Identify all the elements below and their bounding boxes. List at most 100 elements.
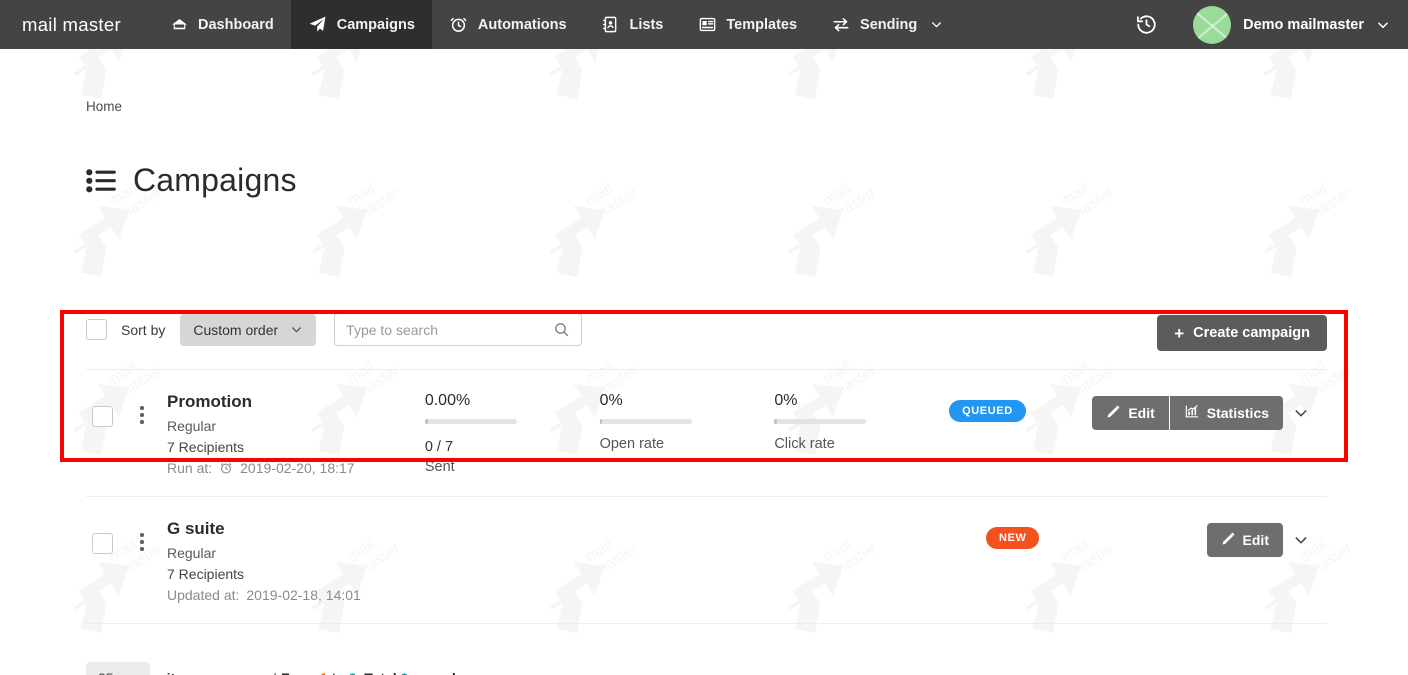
svg-text:mail: mail bbox=[582, 180, 615, 210]
svg-text:mail: mail bbox=[344, 180, 377, 210]
status-badge: NEW bbox=[986, 527, 1040, 549]
nav-label-lists: Lists bbox=[629, 16, 664, 33]
items-per-page-label: items per page bbox=[167, 670, 266, 675]
nav-label-dashboard: Dashboard bbox=[198, 16, 274, 33]
svg-text:mail: mail bbox=[1058, 180, 1091, 210]
campaign-recipients: 7 Recipients bbox=[167, 439, 245, 455]
campaign-name[interactable]: Promotion bbox=[167, 392, 425, 412]
watermark-logo: mailmaster bbox=[734, 49, 942, 145]
svg-text:master: master bbox=[353, 184, 403, 224]
row-checkbox[interactable] bbox=[92, 406, 113, 427]
edit-label: Edit bbox=[1128, 405, 1155, 421]
nav-label-automations: Automations bbox=[477, 16, 567, 33]
create-campaign-button[interactable]: + Create campaign bbox=[1157, 315, 1327, 351]
row-menu-icon[interactable] bbox=[129, 533, 155, 551]
watermark-logo: mailmaster bbox=[1210, 49, 1408, 145]
pencil-icon bbox=[1106, 404, 1121, 422]
plus-icon: + bbox=[1174, 323, 1185, 343]
nav-item-templates[interactable]: Templates bbox=[680, 0, 814, 49]
top-navigation-bar: mail master Dashboard Campaigns Automati… bbox=[0, 0, 1408, 49]
home-icon bbox=[169, 15, 189, 35]
history-icon[interactable] bbox=[1123, 0, 1169, 49]
contacts-icon bbox=[601, 15, 621, 35]
edit-button[interactable]: Edit bbox=[1092, 396, 1169, 430]
chevron-down-icon bbox=[290, 323, 303, 336]
chevron-down-icon bbox=[125, 672, 138, 675]
campaign-type: Regular bbox=[167, 418, 217, 434]
breadcrumb-home: Home bbox=[86, 99, 123, 114]
template-icon bbox=[697, 15, 717, 35]
search-box[interactable] bbox=[334, 313, 583, 346]
search-icon[interactable] bbox=[553, 321, 570, 338]
svg-text:mail: mail bbox=[820, 180, 853, 210]
metric-open-label: Open rate bbox=[599, 436, 665, 452]
metric-sent-bar bbox=[424, 419, 517, 424]
campaign-name[interactable]: G suite bbox=[167, 519, 437, 539]
metric-open-bar bbox=[599, 419, 692, 424]
nav-right-section: Demo mailmaster bbox=[1123, 0, 1408, 49]
edit-button[interactable]: Edit bbox=[1206, 523, 1283, 557]
table-row: G suite Regular 7 Recipients Updated at:… bbox=[86, 496, 1327, 623]
svg-text:master: master bbox=[1305, 184, 1355, 224]
row-menu-icon[interactable] bbox=[129, 406, 155, 424]
select-all-checkbox[interactable] bbox=[86, 319, 107, 340]
brand-label: mail master bbox=[22, 13, 121, 35]
brand-logo[interactable]: mail master bbox=[0, 0, 152, 49]
metric-click-rate: 0% Click rate bbox=[774, 392, 949, 452]
page-body: mail master mail master mail master mail master… bbox=[0, 49, 1408, 675]
avatar bbox=[1193, 5, 1232, 44]
nav-item-sending[interactable]: Sending bbox=[814, 0, 960, 49]
statistics-button[interactable]: Statistics bbox=[1169, 396, 1284, 430]
table-row: Promotion Regular 7 Recipients Run at: 2… bbox=[86, 369, 1327, 496]
watermark-logo: mailmaster bbox=[20, 49, 228, 145]
nav-items: Dashboard Campaigns Automations Lists Te… bbox=[152, 0, 960, 49]
metric-click-bar bbox=[774, 419, 867, 424]
watermark-logo: mailmaster bbox=[20, 131, 228, 323]
nav-item-campaigns[interactable]: Campaigns bbox=[290, 0, 432, 49]
pagination-summary: items per page |From 1 to 2. Total 2 rec… bbox=[167, 670, 464, 675]
nav-label-campaigns: Campaigns bbox=[336, 16, 415, 33]
metric-sent-label: Sent bbox=[424, 459, 455, 476]
campaign-recipients: 7 Recipients bbox=[167, 566, 245, 582]
breadcrumb[interactable]: Home bbox=[86, 99, 122, 114]
watermark-logo: mailmaster bbox=[496, 665, 704, 675]
watermark-logo: mailmaster bbox=[972, 131, 1180, 323]
chevron-down-icon bbox=[1376, 18, 1390, 32]
campaign-list: Promotion Regular 7 Recipients Run at: 2… bbox=[86, 369, 1327, 624]
nav-item-automations[interactable]: Automations bbox=[432, 0, 584, 49]
sort-order-dropdown[interactable]: Custom order bbox=[180, 313, 317, 346]
period: . bbox=[356, 670, 360, 675]
list-bottom-divider bbox=[86, 623, 1327, 624]
metric-click-label: Click rate bbox=[774, 436, 835, 452]
total-word: Total bbox=[364, 670, 396, 675]
nav-item-dashboard[interactable]: Dashboard bbox=[152, 0, 291, 49]
svg-text:master: master bbox=[591, 184, 641, 224]
watermark-logo: mailmaster bbox=[1210, 665, 1408, 675]
clock-icon bbox=[219, 461, 233, 475]
pagination-separator: | bbox=[273, 670, 277, 675]
records-word: records bbox=[412, 670, 463, 675]
nav-item-lists[interactable]: Lists bbox=[584, 0, 681, 49]
nav-label-templates: Templates bbox=[726, 16, 798, 33]
user-name: Demo mailmaster bbox=[1243, 16, 1364, 33]
campaign-date-label: Run at: bbox=[167, 460, 213, 476]
search-input[interactable] bbox=[346, 321, 546, 338]
metric-sent-value: 0.00% bbox=[424, 392, 471, 409]
row-checkbox[interactable] bbox=[92, 533, 113, 554]
row-expand-chevron-down-icon[interactable] bbox=[1283, 405, 1319, 421]
pencil-icon bbox=[1221, 531, 1236, 549]
watermark-logo: mailmaster bbox=[734, 665, 942, 675]
row-actions: Edit Statistics bbox=[1092, 392, 1327, 430]
campaign-date-label: Updated at: bbox=[167, 587, 240, 603]
list-toolbar: Sort by Custom order bbox=[86, 313, 583, 346]
row-expand-chevron-down-icon[interactable] bbox=[1283, 532, 1319, 548]
watermark-logo: mailmaster bbox=[258, 131, 466, 323]
transfer-icon bbox=[831, 15, 851, 35]
edit-label: Edit bbox=[1242, 532, 1269, 548]
items-per-page-dropdown[interactable]: 25 bbox=[86, 662, 150, 675]
from-word: From bbox=[281, 670, 316, 675]
campaign-info: G suite Regular 7 Recipients Updated at:… bbox=[167, 519, 437, 603]
sort-by-label: Sort by bbox=[121, 321, 166, 338]
user-menu[interactable]: Demo mailmaster bbox=[1169, 5, 1390, 44]
watermark-logo: mailmaster bbox=[972, 665, 1180, 675]
